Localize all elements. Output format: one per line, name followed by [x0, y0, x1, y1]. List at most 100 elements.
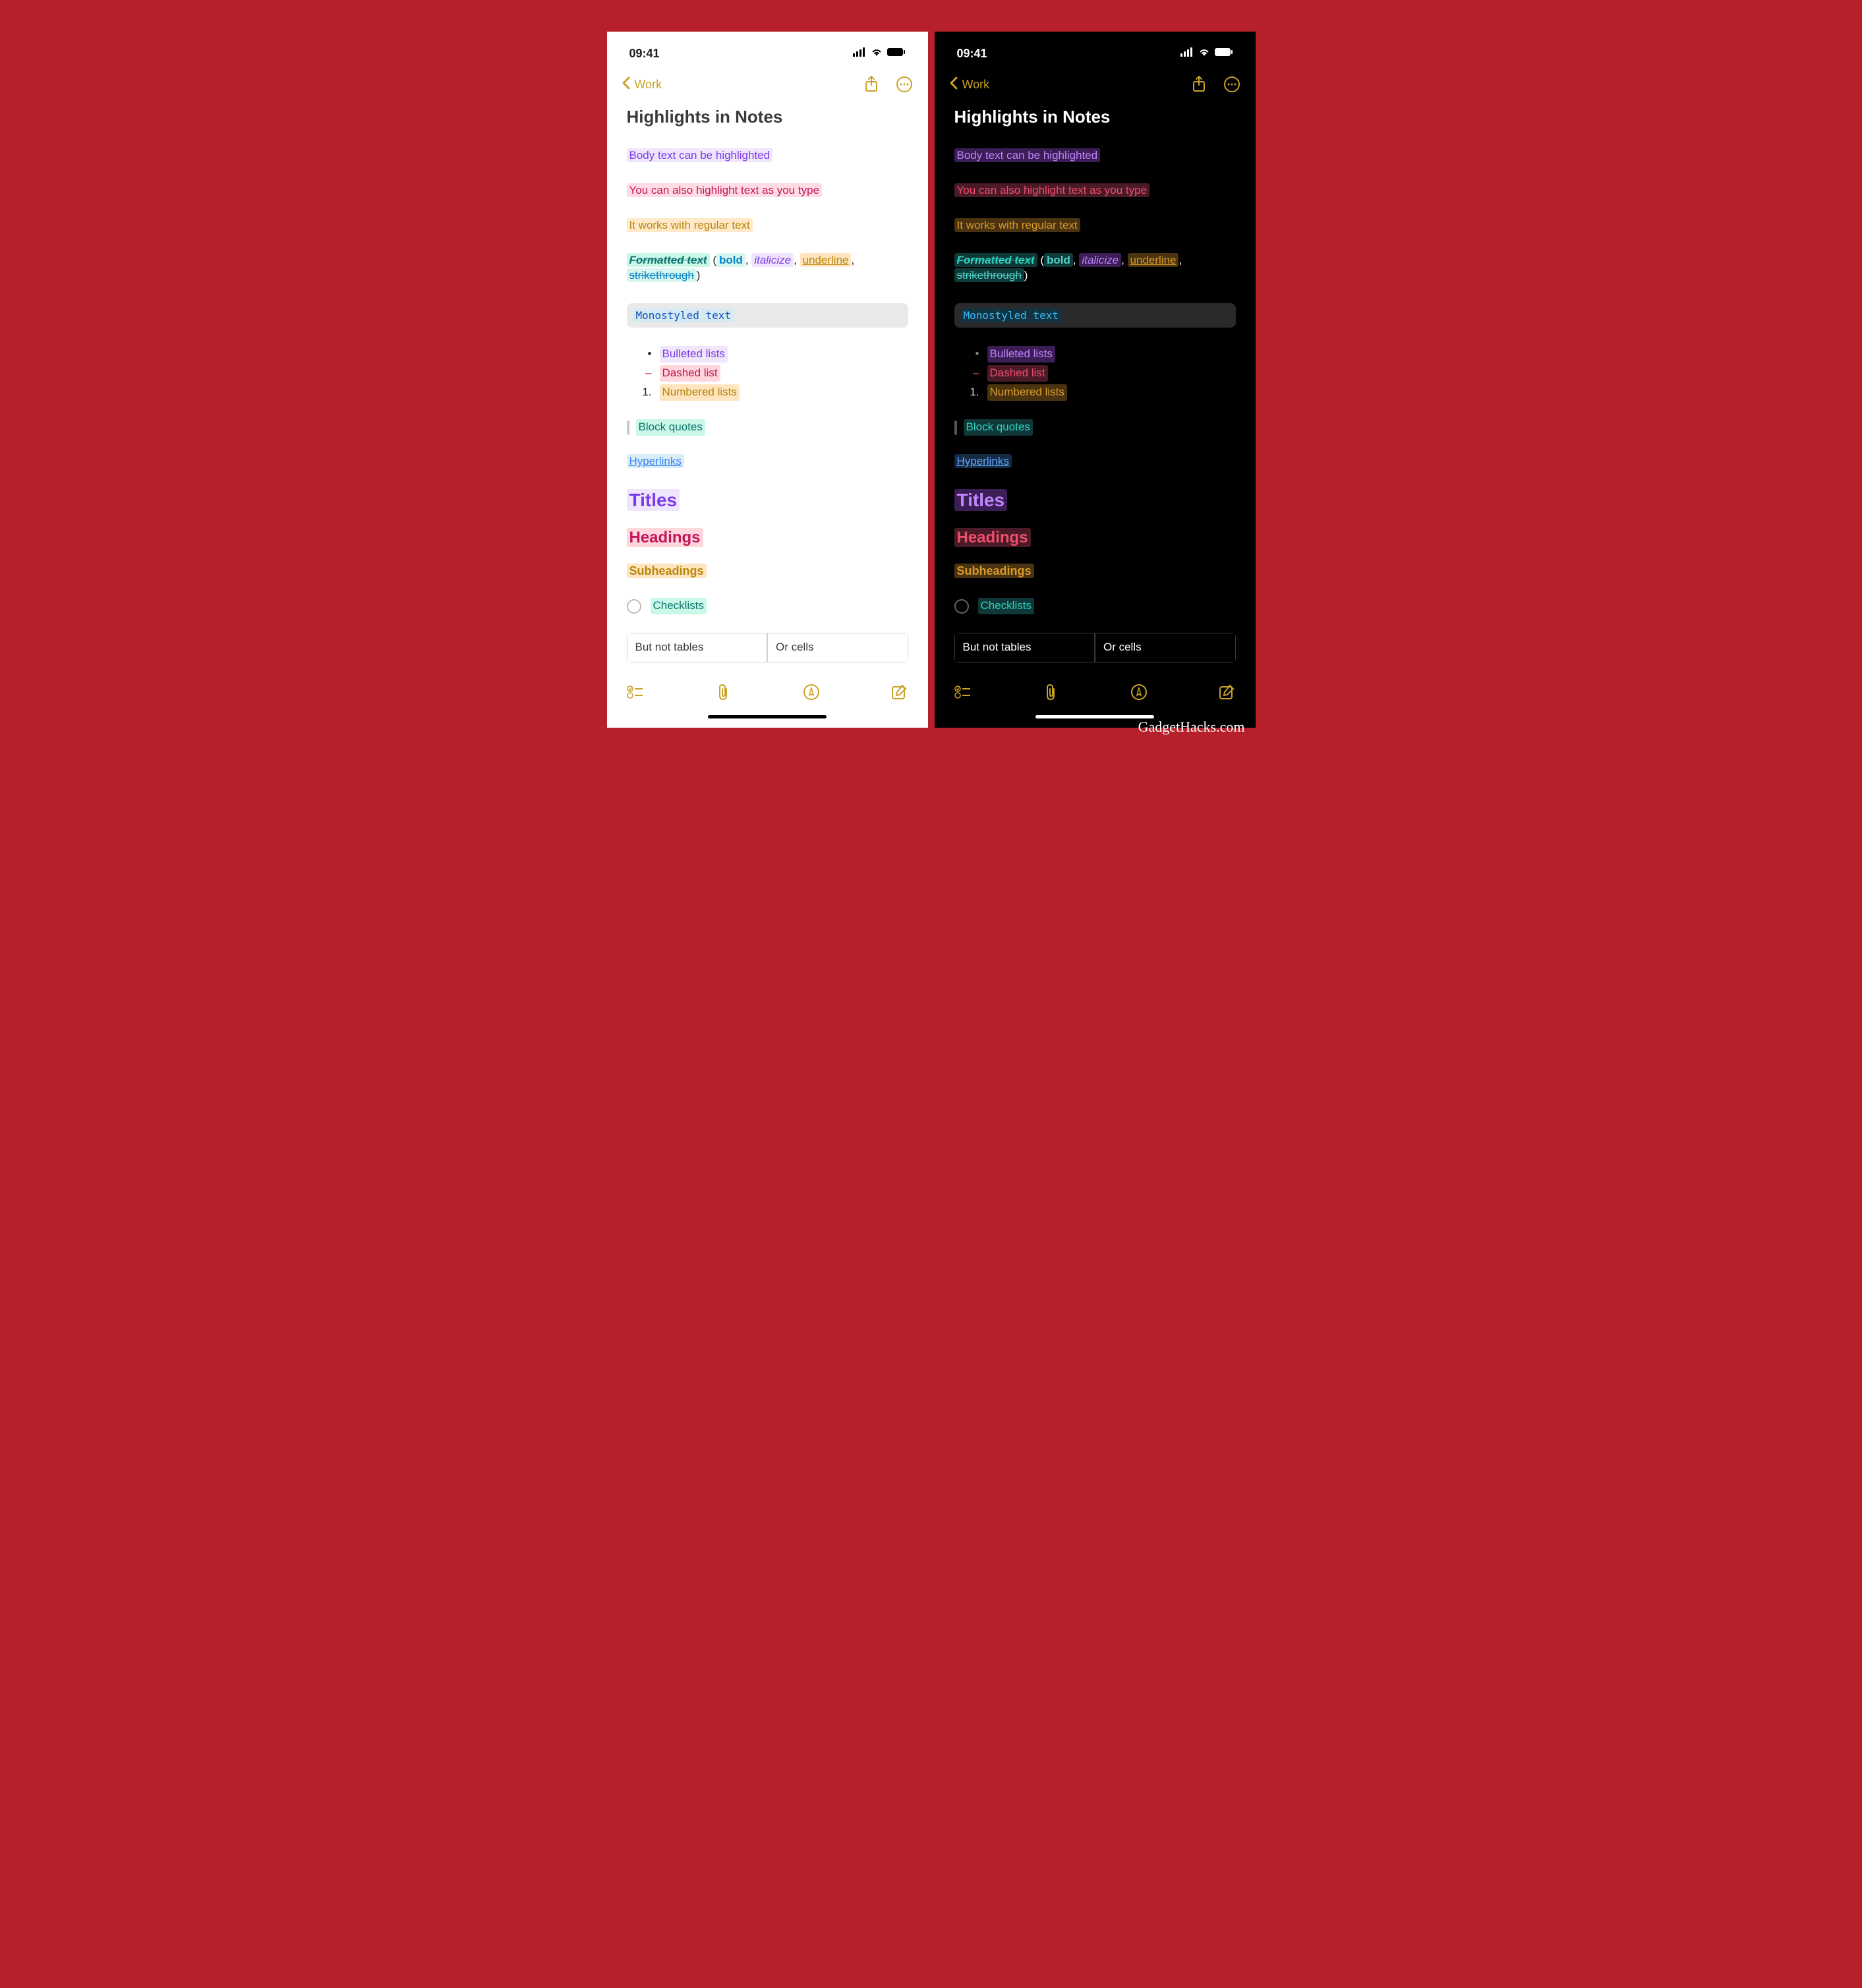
- status-bar: 09:41: [607, 32, 928, 67]
- text-checklists: Checklists: [978, 598, 1034, 614]
- status-bar: 09:41: [935, 32, 1256, 67]
- checklist-row: Checklists: [954, 598, 1236, 614]
- blockquote-bar-icon: [627, 421, 629, 435]
- text-headings: Headings: [954, 528, 1031, 547]
- battery-icon: [1215, 47, 1233, 60]
- text-regular: It works with regular text: [627, 218, 753, 232]
- checklist-tool-button[interactable]: [953, 682, 973, 702]
- chevron-left-icon: [949, 76, 958, 93]
- wifi-icon: [1198, 47, 1211, 60]
- nav-bar: Work: [935, 67, 1256, 102]
- dash-icon: –: [969, 366, 979, 381]
- table-cell-left[interactable]: But not tables: [627, 633, 768, 662]
- home-indicator[interactable]: [1035, 715, 1154, 718]
- text-bulleted: Bulleted lists: [987, 346, 1055, 363]
- text-italic: italicize: [751, 253, 794, 267]
- table-cell-left[interactable]: But not tables: [954, 633, 1095, 662]
- chevron-left-icon: [622, 76, 631, 93]
- phone-light-mode: 09:41 Work Highlights in Notes Body: [607, 32, 928, 728]
- text-formatted-prefix: Formatted text: [627, 253, 710, 267]
- table-cell-right[interactable]: Or cells: [1095, 633, 1236, 662]
- text-dashed: Dashed list: [660, 365, 720, 382]
- text-blockquote: Block quotes: [964, 419, 1033, 436]
- share-button[interactable]: [1190, 75, 1208, 94]
- number-icon: 1.: [969, 385, 979, 400]
- text-checklists: Checklists: [651, 598, 707, 614]
- blockquote-row: Block quotes: [627, 419, 908, 436]
- text-regular: It works with regular text: [954, 218, 1080, 232]
- lists: • Bulleted lists –Dashed list 1. Numbered …: [954, 346, 1236, 401]
- text-mono: Monostyled text: [961, 308, 1062, 322]
- number-icon: 1.: [641, 385, 652, 400]
- checkbox[interactable]: [954, 599, 969, 614]
- dash-icon: –: [641, 366, 652, 381]
- text-titles: Titles: [627, 489, 680, 511]
- attribution-text: GadgetHacks.com: [1138, 718, 1245, 736]
- mono-block: Monostyled text: [954, 303, 1236, 328]
- text-blockquote: Block quotes: [636, 419, 705, 436]
- more-button[interactable]: [1223, 75, 1241, 94]
- text-underline: underline: [1128, 253, 1179, 267]
- text-numbered: Numbered lists: [987, 384, 1067, 401]
- compose-button[interactable]: [1217, 682, 1236, 702]
- formatted-text-row: Formatted text (bold, italicize, underli…: [627, 253, 908, 283]
- cellular-icon: [853, 47, 866, 60]
- table-cell-right[interactable]: Or cells: [767, 633, 908, 662]
- text-subheadings: Subheadings: [627, 564, 707, 578]
- text-dashed: Dashed list: [987, 365, 1048, 382]
- text-titles: Titles: [954, 489, 1008, 511]
- battery-icon: [887, 47, 906, 60]
- note-title: Highlights in Notes: [627, 105, 908, 129]
- status-time: 09:41: [629, 47, 660, 61]
- attachment-button[interactable]: [1041, 682, 1061, 702]
- cellular-icon: [1180, 47, 1194, 60]
- text-mono: Monostyled text: [633, 308, 734, 322]
- checkbox[interactable]: [627, 599, 641, 614]
- text-subheadings: Subheadings: [954, 564, 1034, 578]
- text-type-highlight: You can also highlight text as you type: [627, 183, 823, 197]
- note-content[interactable]: Highlights in Notes Body text can be hig…: [935, 102, 1256, 676]
- formatted-text-row: Formatted text (bold, italicize, underli…: [954, 253, 1236, 283]
- note-content[interactable]: Highlights in Notes Body text can be hig…: [607, 102, 928, 676]
- text-numbered: Numbered lists: [660, 384, 740, 401]
- back-button[interactable]: Work: [949, 76, 990, 93]
- text-type-highlight: You can also highlight text as you type: [954, 183, 1150, 197]
- text-italic: italicize: [1079, 253, 1121, 267]
- bottom-toolbar: [935, 676, 1256, 710]
- text-hyperlink[interactable]: Hyperlinks: [954, 454, 1012, 468]
- table: But not tables Or cells: [954, 633, 1236, 662]
- markup-button[interactable]: [1129, 682, 1149, 702]
- attachment-button[interactable]: [713, 682, 733, 702]
- lists: • Bulleted lists –Dashed list 1. Numbered …: [627, 346, 908, 401]
- text-body-highlight: Body text can be highlighted: [954, 148, 1101, 162]
- bullet-icon: •: [641, 347, 652, 362]
- blockquote-bar-icon: [954, 421, 957, 435]
- back-label: Work: [962, 78, 990, 92]
- text-headings: Headings: [627, 528, 703, 547]
- checklist-row: Checklists: [627, 598, 908, 614]
- blockquote-row: Block quotes: [954, 419, 1236, 436]
- compose-button[interactable]: [889, 682, 909, 702]
- text-underline: underline: [800, 253, 852, 267]
- text-hyperlink[interactable]: Hyperlinks: [627, 454, 684, 468]
- phone-dark-mode: 09:41 Work Highlights in Notes Body: [935, 32, 1256, 728]
- text-bulleted: Bulleted lists: [660, 346, 728, 363]
- bullet-icon: •: [969, 347, 979, 362]
- text-strike: strikethrough: [627, 268, 697, 282]
- text-formatted-prefix: Formatted text: [954, 253, 1037, 267]
- home-indicator[interactable]: [708, 715, 827, 718]
- text-body-highlight: Body text can be highlighted: [627, 148, 773, 162]
- back-label: Work: [635, 78, 662, 92]
- note-title: Highlights in Notes: [954, 105, 1236, 129]
- markup-button[interactable]: [801, 682, 821, 702]
- text-strike: strikethrough: [954, 268, 1024, 282]
- share-button[interactable]: [862, 75, 881, 94]
- checklist-tool-button[interactable]: [626, 682, 645, 702]
- back-button[interactable]: Work: [622, 76, 662, 93]
- nav-bar: Work: [607, 67, 928, 102]
- status-time: 09:41: [957, 47, 987, 61]
- more-button[interactable]: [895, 75, 914, 94]
- bottom-toolbar: [607, 676, 928, 710]
- table: But not tables Or cells: [627, 633, 908, 662]
- text-bold: bold: [1044, 253, 1073, 267]
